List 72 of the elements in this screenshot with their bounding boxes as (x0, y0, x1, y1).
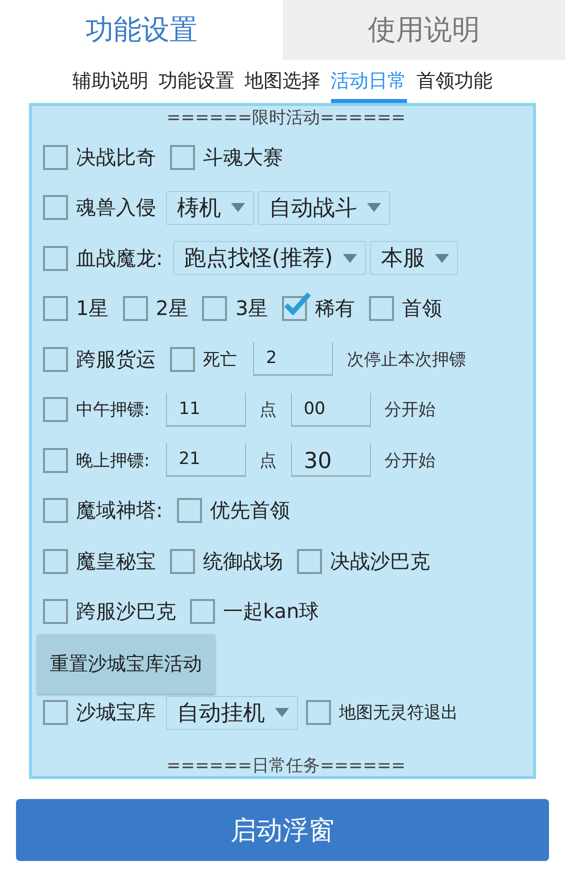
checkbox-label: 魔域神塔: (76, 497, 163, 524)
caret-icon (231, 203, 245, 212)
checkbox-label: 首领 (402, 295, 442, 322)
caret-icon (434, 254, 449, 263)
checkbox-label: 一起kan球 (223, 598, 320, 626)
input-field[interactable]: 21 (166, 443, 246, 478)
checkbox-label: 决战沙巴克 (330, 548, 430, 575)
sub-tab[interactable]: 首领功能 (416, 66, 492, 103)
input-field[interactable]: 00 (290, 392, 371, 427)
checkbox[interactable] (43, 246, 68, 271)
checkbox-label: 地图无灵符退出 (339, 702, 458, 724)
checkbox-label: 稀有 (315, 295, 356, 322)
checkbox[interactable] (190, 599, 215, 624)
sub-tab[interactable]: 地图选择 (244, 66, 320, 103)
label: 分开始 (384, 450, 436, 472)
reset-button[interactable]: 重置沙城宝库活动 (37, 634, 215, 694)
checkbox[interactable] (43, 448, 68, 473)
checkbox-label: 跨服货运 (76, 346, 156, 373)
checkbox-label: 跨服沙巴克 (76, 598, 176, 626)
checkbox[interactable] (202, 296, 228, 322)
checkbox[interactable] (43, 498, 68, 524)
checkbox-label: 血战魔龙: (76, 244, 163, 272)
checkbox[interactable] (306, 700, 331, 726)
sub-tab[interactable]: 辅助说明 (72, 66, 148, 103)
checkbox-label: 2星 (156, 295, 188, 322)
input-field[interactable]: 30 (290, 443, 371, 478)
checkbox[interactable] (43, 548, 68, 574)
caret-icon (342, 254, 357, 263)
checkbox-label: 死亡 (203, 348, 237, 371)
sub-tab[interactable]: 功能设置 (158, 66, 234, 103)
checkbox[interactable] (43, 700, 68, 726)
checkbox-label: 统御战场 (203, 548, 283, 575)
checkbox-label: 优先首领 (210, 497, 290, 524)
checkbox-label: 中午押镖: (76, 399, 150, 422)
checkbox-label: 魔皇秘宝 (76, 548, 156, 575)
label: 次停止本次押镖 (347, 348, 466, 371)
checkbox-label: 斗魂大赛 (203, 144, 283, 171)
checkbox[interactable] (43, 296, 68, 322)
checkbox-label: 3星 (235, 295, 268, 322)
caret-icon (275, 708, 289, 718)
input-field[interactable]: 11 (166, 392, 246, 427)
checkbox[interactable] (43, 144, 68, 170)
checkbox-label: 晚上押镖: (76, 450, 150, 472)
checkbox-label: 决战比奇 (76, 144, 156, 171)
section-header: ======日常任务====== (166, 755, 406, 776)
dropdown[interactable]: 梼机 (166, 190, 254, 225)
checkbox[interactable] (170, 144, 195, 170)
checkbox[interactable] (170, 548, 195, 574)
checkbox[interactable] (297, 548, 322, 574)
caret-icon (367, 203, 381, 212)
label: 点 (260, 399, 277, 422)
input-field[interactable]: 2 (253, 342, 333, 376)
dropdown[interactable]: 本服 (370, 241, 458, 276)
checkbox[interactable] (369, 296, 394, 322)
checkbox[interactable] (122, 296, 148, 322)
checkbox[interactable] (43, 599, 68, 624)
dropdown[interactable]: 自动战斗 (258, 190, 390, 225)
label: 点 (260, 450, 277, 472)
checkbox[interactable] (176, 498, 202, 524)
checkbox[interactable] (170, 346, 195, 372)
checkbox[interactable] (43, 397, 68, 422)
dropdown[interactable]: 自动挂机 (166, 696, 298, 730)
checkbox[interactable] (43, 346, 68, 372)
label: 分开始 (384, 399, 436, 422)
checkbox-label: 魂兽入侵 (76, 194, 156, 222)
tab[interactable]: 使用说明 (282, 0, 565, 60)
section-header: ======限时活动====== (166, 107, 406, 130)
dropdown[interactable]: 跑点找怪(推荐) (172, 241, 366, 276)
start-button[interactable]: 启动浮窗 (16, 799, 549, 861)
checkbox-label: 沙城宝库 (76, 699, 156, 726)
checkbox[interactable] (43, 195, 68, 220)
checkbox-label: 1星 (76, 295, 109, 322)
